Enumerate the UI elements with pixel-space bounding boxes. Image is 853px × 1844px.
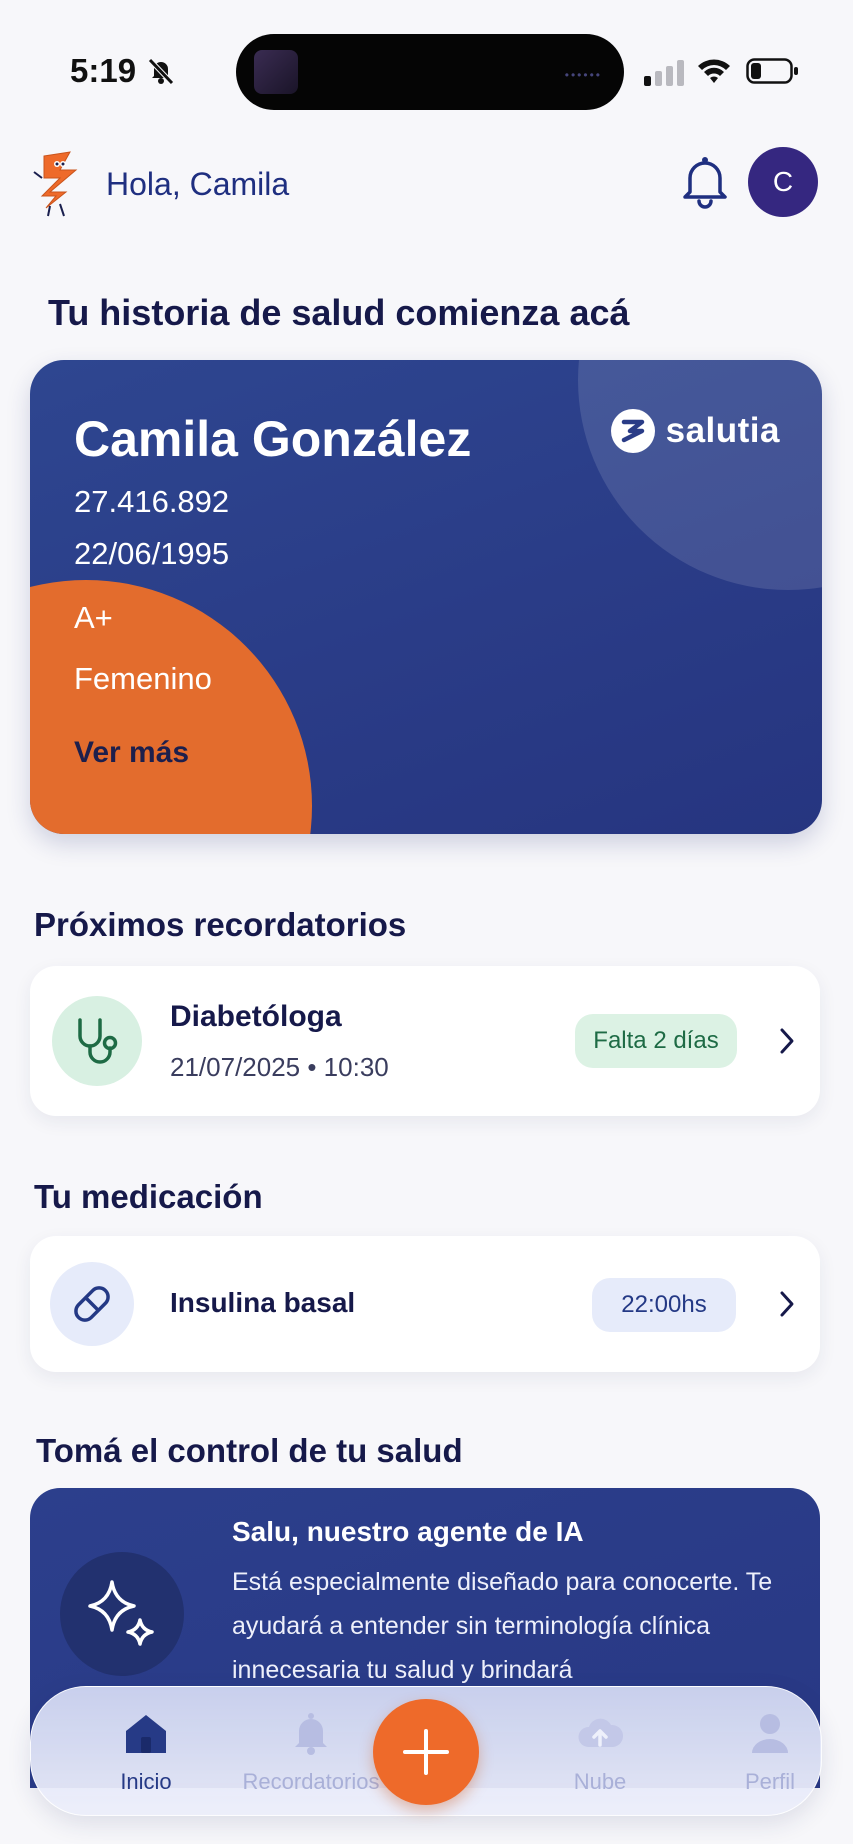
status-time: 5:19 bbox=[70, 52, 137, 89]
silent-bell-icon bbox=[148, 58, 174, 85]
reminders-title: Próximos recordatorios bbox=[34, 906, 407, 943]
reminder-icon-wrap bbox=[52, 996, 142, 1086]
ai-icon-wrap bbox=[60, 1552, 184, 1676]
wifi-icon bbox=[698, 59, 730, 83]
nav-cloud-label: Nube bbox=[573, 1769, 627, 1794]
greeting-text: Hola, Camila bbox=[106, 166, 290, 202]
patient-sex: Femenino bbox=[74, 661, 212, 696]
ai-agent-title: Salu, nuestro agente de IA bbox=[232, 1516, 584, 1547]
reminder-countdown-badge: Falta 2 días bbox=[575, 1014, 737, 1068]
salutia-logo-icon bbox=[610, 409, 655, 453]
dynamic-island: •••••• bbox=[236, 34, 624, 110]
brand-logo: salutia bbox=[610, 408, 780, 454]
nav-home-label: Inicio bbox=[120, 1769, 172, 1794]
patient-name: Camila González bbox=[74, 411, 472, 467]
nav-cloud[interactable]: Nube bbox=[525, 1711, 675, 1795]
reminder-item[interactable]: Diabetóloga 21/07/2025 • 10:30 Falta 2 d… bbox=[30, 966, 820, 1116]
sparkles-icon bbox=[88, 1580, 154, 1646]
cell-signal-icon bbox=[644, 58, 684, 86]
control-title: Tomá el control de tu salud bbox=[36, 1432, 463, 1469]
card-decor-circle bbox=[578, 360, 822, 590]
camera-preview-icon bbox=[254, 50, 298, 94]
nav-home[interactable]: Inicio bbox=[71, 1711, 221, 1795]
card-decor-orange-circle bbox=[30, 580, 312, 834]
notifications-bell-icon[interactable] bbox=[678, 152, 732, 210]
user-icon bbox=[752, 1714, 788, 1753]
chevron-right-icon bbox=[780, 1291, 794, 1317]
user-avatar[interactable]: C bbox=[748, 147, 818, 217]
medication-title: Tu medicación bbox=[34, 1178, 263, 1215]
patient-birthdate: 22/06/1995 bbox=[74, 536, 230, 571]
chevron-right-icon bbox=[780, 1028, 794, 1054]
reminder-datetime: 21/07/2025 • 10:30 bbox=[170, 1052, 389, 1082]
status-bar: 5:19 •••••• bbox=[0, 0, 853, 140]
mascot-logo-icon bbox=[33, 151, 78, 217]
see-more-link[interactable]: Ver más bbox=[74, 736, 189, 770]
nav-reminders[interactable]: Recordatorios bbox=[236, 1711, 386, 1795]
nav-profile-label: Perfil bbox=[744, 1769, 796, 1794]
medication-icon-wrap bbox=[50, 1262, 134, 1346]
medication-name: Insulina basal bbox=[170, 1287, 356, 1318]
bottom-navigation: Inicio Recordatorios Nube Perfil bbox=[30, 1686, 822, 1816]
avatar-initial: C bbox=[772, 166, 794, 197]
nav-profile[interactable]: Perfil bbox=[695, 1711, 845, 1795]
brand-name: salutia bbox=[665, 411, 780, 450]
reminder-title: Diabetóloga bbox=[170, 1000, 342, 1033]
stethoscope-icon bbox=[78, 1018, 118, 1064]
plus-icon bbox=[403, 1729, 449, 1775]
pill-icon bbox=[74, 1286, 110, 1322]
health-id-card[interactable]: Camila González 27.416.892 22/06/1995 A+… bbox=[30, 360, 822, 834]
cloud-upload-icon bbox=[578, 1718, 624, 1747]
bell-icon bbox=[295, 1713, 327, 1755]
medication-time-badge: 22:00hs bbox=[592, 1278, 736, 1332]
medication-item[interactable]: Insulina basal 22:00hs bbox=[30, 1236, 820, 1372]
nav-reminders-label: Recordatorios bbox=[242, 1769, 380, 1794]
ai-agent-description: Está especialmente diseñado para conocer… bbox=[232, 1568, 773, 1684]
patient-document: 27.416.892 bbox=[74, 484, 230, 519]
add-button[interactable] bbox=[373, 1699, 479, 1805]
health-section-title: Tu historia de salud comienza acá bbox=[48, 292, 630, 333]
battery-icon bbox=[746, 58, 798, 84]
patient-blood-type: A+ bbox=[74, 600, 113, 635]
activity-dots-icon: •••••• bbox=[564, 68, 602, 82]
home-icon bbox=[126, 1715, 166, 1753]
